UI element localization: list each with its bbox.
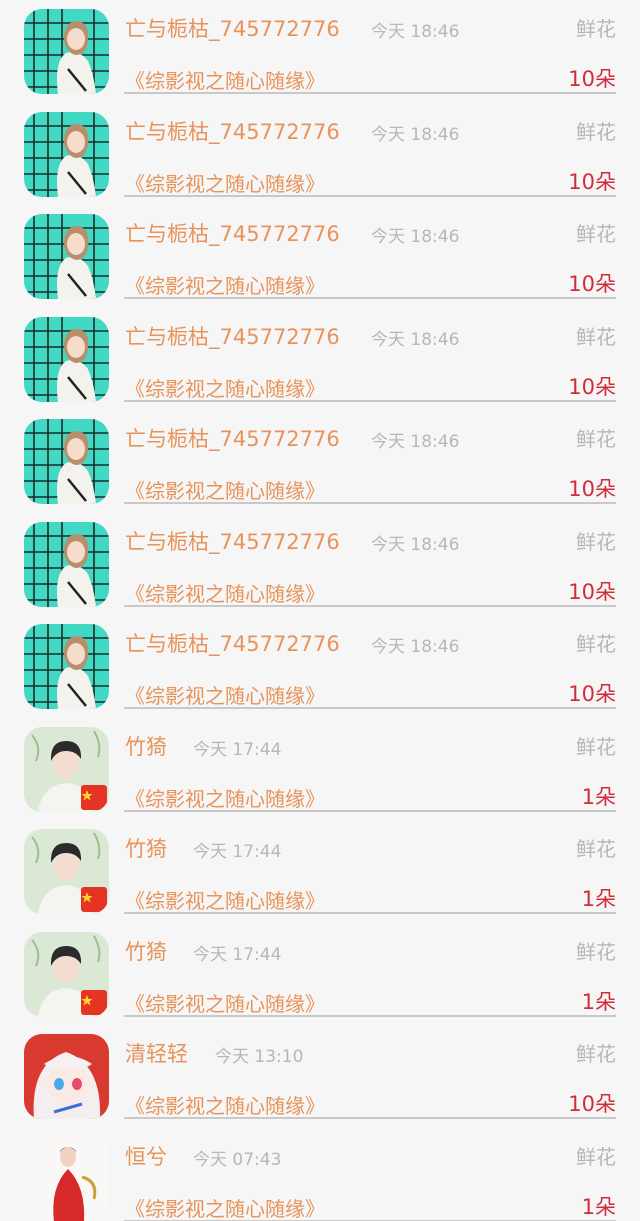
gift-count: 10朵 (568, 477, 616, 501)
avatar[interactable] (24, 829, 109, 914)
gift-type: 鲜花 (576, 734, 616, 759)
book-title[interactable]: 《综影视之随心随缘》 (125, 783, 325, 812)
avatar[interactable] (24, 111, 109, 197)
divider (124, 399, 616, 402)
list-item[interactable]: 亡与栀枯_745772776 今天 18:46 鲜花《综影视之随心随缘》 10朵 (0, 513, 640, 616)
timestamp: 今天 18:46 (371, 124, 460, 145)
avatar[interactable] (24, 1034, 109, 1119)
timestamp: 今天 17:44 (193, 842, 282, 862)
divider (124, 604, 616, 607)
gift-count: 10朵 (568, 374, 616, 399)
user-name[interactable]: 恒兮 (125, 1141, 167, 1171)
avatar[interactable] (24, 419, 109, 504)
list-item[interactable]: 竹猗 今天 17:44 鲜花《综影视之随心随缘》 1朵 (0, 820, 640, 923)
timestamp: 今天 18:46 (371, 637, 460, 657)
list-item[interactable]: 亡与栀枯_745772776 今天 18:46 鲜花《综影视之随心随缘》 10朵 (0, 615, 640, 718)
divider (124, 912, 616, 914)
book-title[interactable]: 《综影视之随心随缘》 (125, 680, 325, 709)
flower-gift-list: 亡与栀枯_745772776 今天 18:46 鲜花 《综影视之随心随缘》 10朵 亡与栀… (0, 0, 640, 1221)
user-name[interactable]: 亡与栀枯_745772776 (125, 218, 340, 248)
gift-count: 1朵 (581, 1194, 616, 1219)
gift-count: 10朵 (568, 272, 616, 296)
book-title[interactable]: 《综影视之随心随缘》 (125, 65, 325, 94)
gift-type: 鲜花 (576, 1042, 616, 1066)
timestamp: 今天 18:46 (371, 534, 460, 555)
gift-count: 10朵 (568, 1092, 616, 1116)
list-item[interactable]: 清轻轻 今天 13:10 鲜花《综影视之随心随缘》 10朵 (0, 1025, 640, 1128)
divider (124, 297, 616, 299)
timestamp: 今天 07:43 (193, 1149, 282, 1170)
list-item[interactable]: 竹猗 今天 17:44 鲜花《综影视之随心随缘》 1朵 (0, 718, 640, 821)
user-name[interactable]: 竹猗 (125, 936, 167, 966)
book-title[interactable]: 《综影视之随心随缘》 (125, 475, 325, 504)
user-name[interactable]: 竹猗 (125, 833, 167, 863)
list-item[interactable]: 亡与栀枯_745772776 今天 18:46 鲜花《综影视之随心随缘》 10朵 (0, 205, 640, 308)
avatar[interactable] (24, 726, 109, 812)
gift-count: 1朵 (581, 784, 616, 809)
user-name[interactable]: 亡与栀枯_745772776 (125, 321, 340, 351)
timestamp: 今天 17:44 (193, 944, 282, 965)
gift-type: 鲜花 (576, 1144, 616, 1169)
divider (124, 194, 616, 197)
list-item[interactable]: 亡与栀枯_745772776 今天 18:46 鲜花《综影视之随心随缘》 10朵 (0, 410, 640, 513)
book-title[interactable]: 《综影视之随心随缘》 (125, 578, 325, 607)
divider (124, 1117, 616, 1119)
list-item[interactable]: 亡与栀枯_745772776 今天 18:46 鲜花《综影视之随心随缘》 10朵 (0, 308, 640, 411)
user-name[interactable]: 亡与栀枯_745772776 (125, 116, 340, 146)
gift-count: 10朵 (568, 579, 616, 604)
gift-type: 鲜花 (576, 939, 616, 964)
user-name[interactable]: 亡与栀枯_745772776 (125, 423, 340, 453)
avatar[interactable] (24, 214, 109, 299)
avatar[interactable] (24, 9, 109, 94)
gift-type: 鲜花 (576, 119, 616, 144)
divider (124, 92, 616, 94)
timestamp: 今天 18:46 (371, 227, 460, 247)
gift-count: 10朵 (568, 67, 616, 91)
list-item[interactable]: 亡与栀枯_745772776 今天 18:46 鲜花《综影视之随心随缘》 10朵 (0, 0, 640, 103)
gift-count: 10朵 (568, 682, 616, 706)
divider (124, 502, 616, 504)
book-title[interactable]: 《综影视之随心随缘》 (125, 988, 325, 1017)
gift-type: 鲜花 (576, 632, 616, 656)
timestamp: 今天 18:46 (371, 22, 460, 42)
book-title[interactable]: 《综影视之随心随缘》 (125, 168, 325, 197)
divider (124, 707, 616, 709)
timestamp: 今天 18:46 (371, 329, 460, 350)
book-title[interactable]: 《综影视之随心随缘》 (125, 885, 325, 914)
user-name[interactable]: 亡与栀枯_745772776 (125, 13, 340, 43)
list-item[interactable]: 亡与栀枯_745772776 今天 18:46 鲜花《综影视之随心随缘》 10朵 (0, 103, 640, 206)
gift-count: 1朵 (581, 989, 616, 1014)
user-name[interactable]: 竹猗 (125, 731, 167, 761)
gift-type: 鲜花 (576, 837, 616, 861)
avatar[interactable] (24, 316, 109, 402)
timestamp: 今天 13:10 (215, 1047, 304, 1067)
gift-type: 鲜花 (576, 427, 616, 451)
gift-count: 10朵 (568, 169, 616, 194)
list-item[interactable]: 恒兮 今天 07:43 鲜花《综影视之随心随缘》 1朵 (0, 1128, 640, 1221)
gift-type: 鲜花 (576, 324, 616, 349)
gift-count: 1朵 (581, 887, 616, 911)
divider (124, 809, 616, 812)
gift-type: 鲜花 (576, 17, 616, 41)
user-name[interactable]: 亡与栀枯_745772776 (125, 526, 340, 556)
book-title[interactable]: 《综影视之随心随缘》 (125, 1193, 325, 1221)
avatar[interactable] (24, 931, 109, 1017)
divider (124, 1014, 616, 1017)
gift-type: 鲜花 (576, 529, 616, 554)
avatar[interactable] (24, 624, 109, 709)
avatar[interactable] (24, 521, 109, 607)
book-title[interactable]: 《综影视之随心随缘》 (125, 1090, 325, 1119)
list-item[interactable]: 竹猗 今天 17:44 鲜花《综影视之随心随缘》 1朵 (0, 923, 640, 1026)
avatar[interactable] (24, 1136, 109, 1221)
user-name[interactable]: 清轻轻 (125, 1038, 188, 1068)
user-name[interactable]: 亡与栀枯_745772776 (125, 628, 340, 658)
gift-type: 鲜花 (576, 222, 616, 246)
book-title[interactable]: 《综影视之随心随缘》 (125, 270, 325, 299)
book-title[interactable]: 《综影视之随心随缘》 (125, 373, 325, 402)
timestamp: 今天 18:46 (371, 432, 460, 452)
timestamp: 今天 17:44 (193, 739, 282, 760)
